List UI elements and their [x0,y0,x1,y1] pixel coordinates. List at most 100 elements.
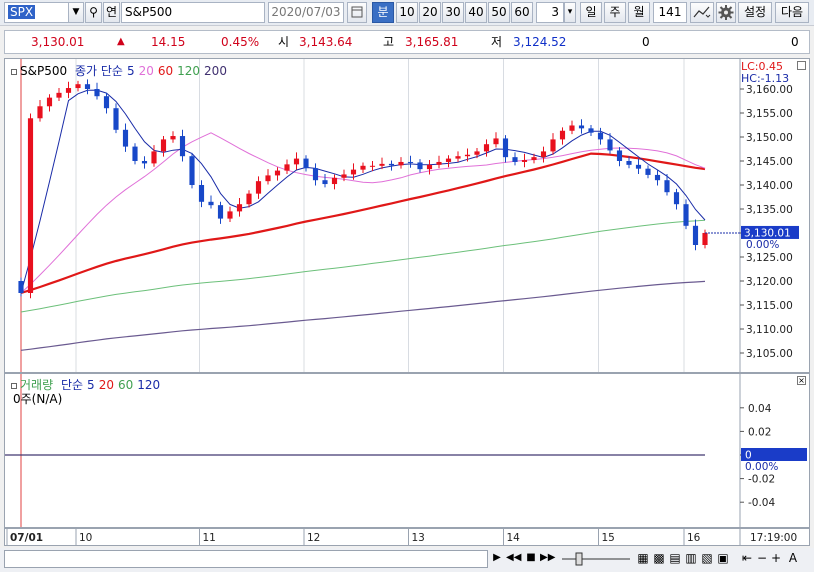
legend-vma60: 60 [117,378,134,392]
candle-body [550,139,556,152]
interval-label: 50 [491,5,507,19]
interval-20-button[interactable]: 20 [419,2,441,23]
candle-body [122,129,129,147]
stop-button[interactable]: ■ [524,550,538,568]
restore-icon[interactable]: ⇤ [740,550,754,568]
symbol-dropdown-button[interactable]: ▼ [68,2,84,23]
low-label: 저 [491,35,503,49]
volume-chart[interactable]: 0.04 0.02 -0.02 -0.04 00.00% [5,374,809,527]
candle-body [103,96,110,109]
candle-body [341,174,347,178]
calendar-button[interactable] [347,2,367,23]
panel-icon[interactable]: ▣ [716,550,730,568]
text-tool-icon[interactable]: A [786,550,800,568]
calendar-icon [351,6,363,18]
bar-count-input[interactable]: 141 [653,2,687,23]
candle-body [303,158,309,169]
search-button[interactable]: ⚲ [85,2,102,23]
interval-spin-button[interactable]: ▾ [564,2,576,23]
horizontal-scrollbar[interactable] [4,550,488,568]
candle-body [246,193,252,205]
price-chart[interactable]: 3,160.00 3,155.00 3,150.00 3,145.00 3,140.00… [5,59,809,372]
price-pane[interactable]: 3,160.00 3,155.00 3,150.00 3,145.00 3,140.00… [4,58,810,373]
link-button[interactable]: 연 [103,2,120,23]
candle-body [151,151,157,164]
volume-current-tag: 0 [745,450,752,462]
candle-body [56,92,62,98]
candle-body [189,156,195,185]
settings-gear-button[interactable] [716,2,736,23]
candle-body [198,185,205,202]
candle-body [559,130,566,140]
fast-forward-button[interactable]: ▶▶ [540,550,555,568]
date-tick-label: 12 [307,532,320,544]
zoom-slider[interactable] [560,550,632,568]
zoom-in-icon[interactable]: + [770,550,782,568]
grid-alt-icon[interactable]: ▩ [652,550,666,568]
volume-pane[interactable]: 0.04 0.02 -0.02 -0.04 0 0.00% 거래량 단순 5 20 60 120 … [4,373,810,528]
candle-body [426,164,433,170]
low-price: 3,124.52 [513,35,567,49]
tab-week-label: 주 [609,5,621,19]
chart-tool-button[interactable] [690,2,714,23]
interval-50-button[interactable]: 50 [488,2,510,23]
price-tick-label: 3,115.00 [746,300,793,312]
candle-body [702,232,708,245]
price-tick-label: 3,150.00 [746,132,793,144]
interval-10-button[interactable]: 10 [396,2,418,23]
tab-month[interactable]: 월 [628,2,650,23]
legend-ma-title: 종가 단순 [74,64,123,78]
tab-minute[interactable]: 분 [372,2,394,23]
candle-body [521,160,528,162]
date-input[interactable]: 2020/07/03 [268,2,344,23]
settings-button[interactable]: 설정 [738,2,772,23]
interval-30-button[interactable]: 30 [442,2,464,23]
gear-icon [718,5,734,20]
volume-value: 0 [642,35,650,49]
tab-day[interactable]: 일 [580,2,602,23]
scroll-right-button[interactable]: ▶ [490,550,504,568]
legend-ma60: 60 [157,64,174,78]
interval-60-button[interactable]: 60 [511,2,533,23]
candle-body [141,161,148,164]
list-icon[interactable]: ▥ [684,550,698,568]
interval-40-button[interactable]: 40 [465,2,487,23]
layout-icon[interactable]: ▧ [700,550,714,568]
trend-tool-icon [693,6,711,18]
link-label: 연 [105,5,118,19]
open-label: 시 [278,35,290,49]
date-text: 2020/07/03 [271,5,341,19]
zoom-out-icon[interactable]: − [756,550,768,568]
pane-maximize-icon[interactable] [797,61,806,70]
pane-close-icon[interactable]: × [797,376,806,385]
candle-body [75,84,81,89]
candle-body [654,174,661,181]
candle-body [445,158,452,162]
volume-tick-label: 0.02 [748,426,771,438]
interval-label: 30 [445,5,461,19]
rewind-button[interactable]: ◀◀ [506,550,521,568]
zoom-slider-track [562,552,630,566]
candle-body [179,136,186,157]
grid-icon[interactable]: ▦ [636,550,650,568]
candle-body [113,108,119,130]
interval-count-text: 3 [551,5,559,19]
table-icon[interactable]: ▤ [668,550,682,568]
volume-status-text: 0주(N/A) [13,392,63,406]
candle-body [217,205,224,219]
candle-body [588,128,594,133]
candle-body [607,139,613,151]
ma-line-20 [20,132,706,294]
pane-handle-icon[interactable] [11,383,17,389]
candle-body [236,204,243,212]
candle-body [265,175,271,182]
tab-week[interactable]: 주 [604,2,626,23]
price-tick-label: 3,110.00 [746,324,793,336]
price-tick-label: 3,105.00 [746,348,793,360]
next-button[interactable]: 다음 [775,2,809,23]
current-price-tag: 3,130.01 [744,227,791,239]
interval-count-input[interactable]: 3 [536,2,564,23]
candle-body [84,84,91,89]
date-tick-label: 07/01 [10,532,43,544]
pane-handle-icon[interactable] [11,69,17,75]
